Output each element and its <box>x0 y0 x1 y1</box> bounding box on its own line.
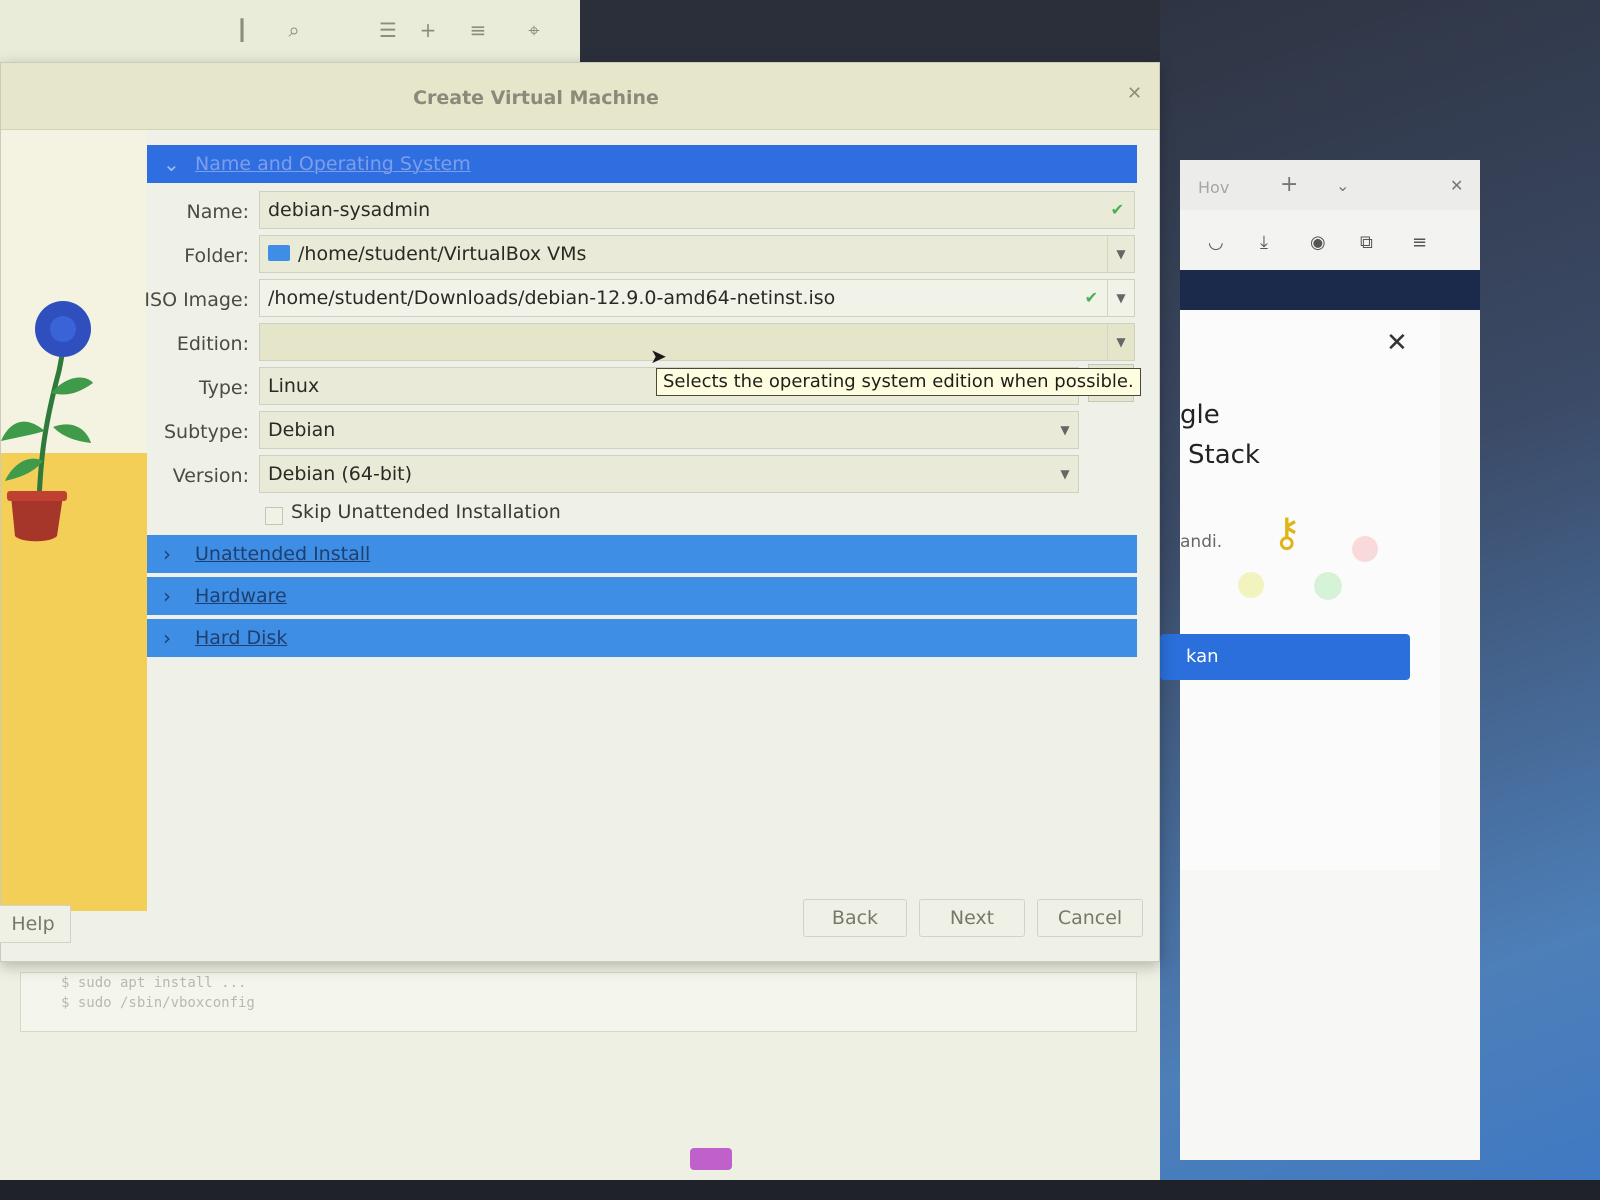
chevron-down-icon[interactable]: ▼ <box>1052 412 1078 448</box>
decorative-dot <box>1352 536 1378 562</box>
hamburger-menu-icon[interactable]: ≡ <box>1412 232 1427 253</box>
key-icon: ⚷ <box>1272 510 1302 556</box>
wizard-illustration <box>1 131 147 913</box>
pin-icon[interactable]: ⌖ <box>524 18 544 46</box>
create-vm-dialog: Create Virtual Machine ✕ ⌄ Name and Oper… <box>0 62 1160 962</box>
section-hard-disk[interactable]: › Hard Disk <box>147 619 1137 657</box>
browser-tab-bar: Hov + ⌄ ✕ <box>1180 160 1480 210</box>
chevron-right-icon: › <box>163 584 171 608</box>
popup-action-button[interactable]: kan <box>1160 634 1410 680</box>
folder-label: Folder: <box>184 245 249 267</box>
chevron-right-icon: › <box>163 626 171 650</box>
type-value: Linux <box>268 375 320 397</box>
edition-label: Edition: <box>176 333 249 355</box>
background-log: $ sudo apt install ... $ sudo /sbin/vbox… <box>20 972 1137 1032</box>
section-hardware[interactable]: › Hardware <box>147 577 1137 615</box>
close-icon[interactable]: ✕ <box>1386 328 1408 358</box>
dialog-titlebar: Create Virtual Machine ✕ <box>1 63 1159 130</box>
browser-window: Hov + ⌄ ✕ ◡ ⤓ ◉ ⧉ ≡ ✕ gle Stack andi. ⚷ … <box>1160 160 1480 1160</box>
plant-illustration <box>1 301 147 913</box>
chevron-right-icon: › <box>163 542 171 566</box>
type-label: Type: <box>198 377 249 399</box>
next-button[interactable]: Next <box>919 899 1025 937</box>
app-badge-icon <box>690 1148 732 1170</box>
skip-unattended-checkbox[interactable] <box>265 507 283 525</box>
iso-image-input[interactable]: /home/student/Downloads/debian-12.9.0-am… <box>259 279 1135 317</box>
chevron-down-icon[interactable]: ▼ <box>1107 280 1134 316</box>
chevron-down-icon: ⌄ <box>163 152 180 176</box>
extensions-icon[interactable]: ⧉ <box>1360 232 1373 253</box>
skip-unattended-label[interactable]: Skip Unattended Installation <box>291 501 561 523</box>
browser-toolbar: ◡ ⤓ ◉ ⧉ ≡ <box>1180 210 1480 270</box>
browser-page-header <box>1180 270 1480 310</box>
subtype-value: Debian <box>268 419 336 441</box>
check-icon: ✔ <box>1110 200 1124 219</box>
popup-heading-2: Stack <box>1188 440 1260 470</box>
folder-select[interactable]: /home/student/VirtualBox VMs ▼ <box>259 235 1135 273</box>
add-icon[interactable]: + <box>418 18 438 46</box>
browser-popup: ✕ gle Stack andi. ⚷ kan <box>1160 310 1440 870</box>
subtype-label: Subtype: <box>163 421 249 443</box>
back-button[interactable]: Back <box>803 899 907 937</box>
decorative-dot <box>1314 572 1342 600</box>
search-icon[interactable]: ⌕ <box>284 18 304 46</box>
mouse-cursor-icon: ➤ <box>650 344 667 368</box>
menu-icon[interactable]: ≡ <box>468 18 488 46</box>
list-icon[interactable]: ☰ <box>378 18 398 46</box>
close-icon[interactable]: ✕ <box>1127 83 1142 104</box>
log-line: $ sudo apt install ... <box>61 975 247 991</box>
folder-icon <box>268 244 290 261</box>
log-line: $ sudo /sbin/vboxconfig <box>61 995 255 1011</box>
pocket-icon[interactable]: ◡ <box>1208 232 1224 253</box>
edition-select[interactable]: ▼ <box>259 323 1135 361</box>
iso-image-value: /home/student/Downloads/debian-12.9.0-am… <box>268 287 836 309</box>
chevron-down-icon[interactable]: ▼ <box>1107 236 1134 272</box>
name-input[interactable]: debian-sysadmin ✔ <box>259 191 1135 229</box>
chevron-down-icon[interactable]: ▼ <box>1107 324 1134 360</box>
decorative-dot <box>1238 572 1264 598</box>
name-label: Name: <box>186 201 249 223</box>
download-icon[interactable]: ⤓ <box>1260 232 1268 253</box>
section-label: Hard Disk <box>195 627 288 649</box>
section-label: Name and Operating System <box>195 153 471 175</box>
version-label: Version: <box>172 465 249 487</box>
section-label: Unattended Install <box>195 543 371 565</box>
chevron-down-icon[interactable]: ▼ <box>1052 456 1078 492</box>
new-tab-icon[interactable]: + <box>1280 172 1298 197</box>
screen-bezel <box>0 1180 1600 1200</box>
folder-value: /home/student/VirtualBox VMs <box>298 243 587 265</box>
version-value: Debian (64-bit) <box>268 463 413 485</box>
name-value: debian-sysadmin <box>268 199 431 221</box>
toolbar-divider-icon: ┃ <box>235 18 249 42</box>
section-unattended-install[interactable]: › Unattended Install <box>147 535 1137 573</box>
section-name-and-os[interactable]: ⌄ Name and Operating System <box>147 145 1137 183</box>
chevron-down-icon[interactable]: ⌄ <box>1336 176 1349 195</box>
browser-tab[interactable]: Hov <box>1198 178 1229 197</box>
help-button[interactable]: Help <box>0 905 71 943</box>
iso-image-label: ISO Image: <box>144 289 249 311</box>
version-select[interactable]: Debian (64-bit) ▼ <box>259 455 1079 493</box>
check-icon: ✔ <box>1084 288 1098 307</box>
popup-body: andi. <box>1180 532 1223 552</box>
section-label: Hardware <box>195 585 287 607</box>
cancel-button[interactable]: Cancel <box>1037 899 1143 937</box>
edition-tooltip: Selects the operating system edition whe… <box>656 368 1141 396</box>
popup-heading: gle <box>1180 400 1220 430</box>
dialog-title: Create Virtual Machine <box>413 87 659 109</box>
subtype-select[interactable]: Debian ▼ <box>259 411 1079 449</box>
account-icon[interactable]: ◉ <box>1310 232 1326 253</box>
close-icon[interactable]: ✕ <box>1450 176 1463 195</box>
